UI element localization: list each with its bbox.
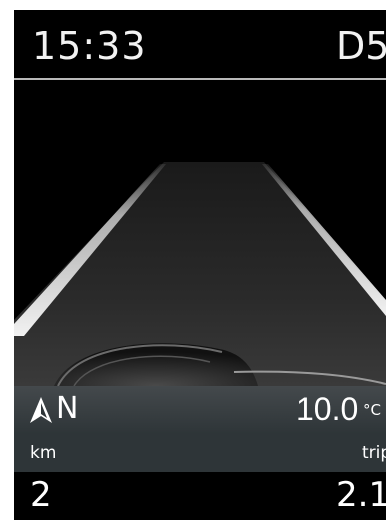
distance-label: km (30, 443, 57, 463)
status-bar: 15:33 D5 (14, 10, 386, 80)
distance-value: 2 (30, 475, 52, 515)
trip-label: trip (362, 443, 386, 463)
info-panel: N 10.0 °C km trip 2 2.1 (14, 386, 386, 520)
trip-value: 2.1 (336, 475, 386, 515)
clock-time: 15:33 (32, 24, 147, 68)
road-lane-icon (14, 80, 386, 386)
outside-temperature: 10.0 (296, 391, 359, 427)
temperature-unit: °C (363, 401, 381, 419)
compass-direction: N (56, 391, 79, 426)
gear-indicator: D5 (336, 24, 386, 68)
cluster-display: 15:33 D5 N 10.0 °C km trip 2 2.1 (14, 10, 386, 520)
compass-arrow-icon (30, 397, 52, 423)
value-row: 2 2.1 (14, 472, 386, 520)
compass-row: N 10.0 °C (14, 386, 386, 434)
